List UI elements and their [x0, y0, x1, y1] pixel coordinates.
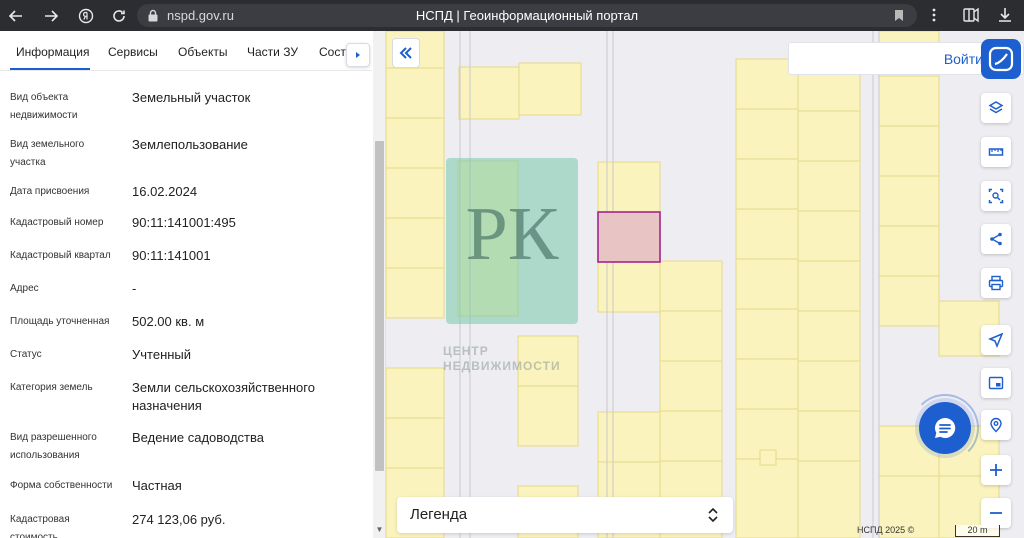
- minimap-icon: [988, 376, 1004, 390]
- forward-button[interactable]: [40, 5, 62, 27]
- browser-toolbar: nspd.gov.ru НСПД | Геоинформационный пор…: [0, 0, 1024, 31]
- arrow-right-icon: [45, 10, 59, 22]
- tabs-scroll-right-button[interactable]: [346, 43, 370, 67]
- watermark-logo-text: РК: [466, 192, 559, 276]
- minus-icon: [990, 512, 1002, 514]
- panel-scrollbar-thumb[interactable]: [375, 141, 384, 471]
- print-icon: [988, 275, 1004, 291]
- ruler-icon: [988, 148, 1004, 156]
- attr-value: -: [132, 281, 137, 296]
- attr-label: Форма собственности: [10, 480, 113, 491]
- arrow-left-icon: [8, 10, 22, 22]
- plus-icon: [990, 464, 1002, 476]
- yandex-icon: [78, 8, 94, 24]
- attr-value: Земли сельскохозяйственного назначения: [132, 380, 315, 413]
- attr-label: Вид земельного участка: [10, 139, 85, 168]
- tab-services[interactable]: Сервисы: [108, 45, 158, 59]
- attr-label: Кадастровая стоимость: [10, 514, 70, 538]
- selected-parcel[interactable]: [597, 211, 661, 263]
- reload-icon: [113, 10, 125, 22]
- attr-value: 274 123,06 руб.: [132, 512, 226, 527]
- tab-objects[interactable]: Объекты: [178, 45, 228, 59]
- more-menu-icon[interactable]: [925, 6, 943, 24]
- attr-label: Площадь уточненная: [10, 316, 110, 327]
- attr-value: 90:11:141001: [132, 248, 211, 263]
- layers-icon: [988, 101, 1004, 114]
- zoom-in-button[interactable]: [981, 455, 1011, 485]
- double-chevron-left-icon: [399, 47, 412, 59]
- rk-watermark-logo: РК: [446, 158, 578, 324]
- chat-button[interactable]: [919, 402, 971, 454]
- attr-label: Вид объекта недвижимости: [10, 92, 78, 121]
- attr-value: Частная: [132, 478, 182, 493]
- minimap-button[interactable]: [981, 368, 1011, 398]
- chat-bubble-icon: [935, 417, 956, 438]
- yandex-button[interactable]: [75, 5, 97, 27]
- active-tab-indicator: [10, 68, 90, 70]
- extensions-icon[interactable]: [962, 6, 980, 24]
- attr-value: Учтенный: [132, 347, 192, 362]
- map-copyright: НСПД 2025 ©: [857, 525, 915, 535]
- watermark-text: ЦЕНТР НЕДВИЖИМОСТИ: [443, 344, 561, 373]
- attr-label: Категория земель: [10, 382, 93, 393]
- tab-title: НСПД | Геоинформационный портал: [415, 8, 639, 23]
- map-canvas[interactable]: РК ЦЕНТР НЕДВИЖИМОСТИ: [386, 31, 1024, 538]
- attr-value: 90:11:141001:495: [132, 215, 236, 230]
- area-select-button[interactable]: [981, 181, 1011, 211]
- locate-button[interactable]: [981, 325, 1011, 355]
- attr-label: Статус: [10, 349, 42, 360]
- attr-value: 502.00 кв. м: [132, 314, 205, 329]
- area-select-icon: [988, 188, 1004, 204]
- zoom-out-button[interactable]: [981, 498, 1011, 528]
- layers-button[interactable]: [981, 93, 1011, 123]
- navigation-arrow-icon: [988, 332, 1004, 348]
- attr-value: Земельный участок: [132, 90, 251, 105]
- attr-label: Дата присвоения: [10, 186, 90, 197]
- geo-search-button[interactable]: [981, 410, 1011, 440]
- bookmark-icon[interactable]: [893, 9, 905, 22]
- address-bar[interactable]: nspd.gov.ru НСПД | Геоинформационный пор…: [137, 4, 917, 27]
- legend-label: Легенда: [410, 506, 468, 523]
- cadastral-map: РК: [386, 31, 1000, 538]
- info-tabs: Информация Сервисы Объекты Части ЗУ Сост…: [0, 31, 372, 71]
- caret-right-icon: [356, 52, 360, 58]
- attr-value: Землепользование: [132, 137, 248, 152]
- share-icon: [990, 232, 1002, 246]
- legend-dropdown[interactable]: Легенда: [397, 497, 733, 533]
- share-button[interactable]: [981, 224, 1011, 254]
- tab-land-parts[interactable]: Части ЗУ: [247, 45, 298, 59]
- login-link[interactable]: Войти: [944, 51, 983, 67]
- collapse-panel-button[interactable]: [392, 38, 420, 68]
- print-button[interactable]: [981, 268, 1011, 298]
- ruler-button[interactable]: [981, 137, 1011, 167]
- attr-value: Ведение садоводства: [132, 430, 264, 445]
- attr-label: Вид разрешенного использования: [10, 432, 97, 461]
- attr-label: Кадастровый квартал: [10, 250, 111, 261]
- portal-logo-button[interactable]: [981, 39, 1021, 79]
- attr-label: Адрес: [10, 283, 39, 294]
- map-scale-bar: 20 m: [955, 525, 1000, 537]
- geo-search-icon: [990, 417, 1002, 433]
- portal-logo-icon: [988, 46, 1014, 72]
- tab-information[interactable]: Информация: [16, 45, 89, 59]
- back-button[interactable]: [5, 5, 27, 27]
- attr-value: 16.02.2024: [132, 184, 198, 199]
- reload-button[interactable]: [108, 5, 130, 27]
- info-panel: Информация Сервисы Объекты Части ЗУ Сост…: [0, 31, 386, 538]
- expand-chevrons-icon: [708, 507, 718, 523]
- attr-label: Кадастровый номер: [10, 217, 104, 228]
- scroll-down-arrow-icon[interactable]: ▼: [375, 525, 384, 535]
- download-icon[interactable]: [996, 6, 1014, 24]
